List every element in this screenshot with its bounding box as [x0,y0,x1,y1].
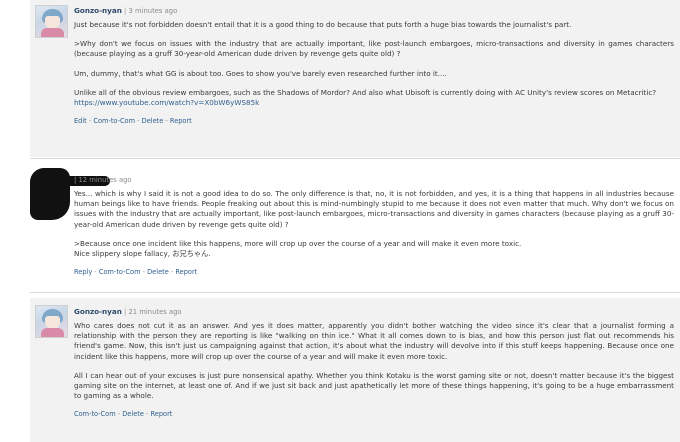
comment-content: Gonzo-nyan | 3 minutes ago Just because … [74,6,674,125]
comment-paragraph: >Because once one incident like this hap… [74,238,522,248]
separator: - [137,117,140,126]
avatar-body [41,28,64,37]
comment: Gonzo-nyan | 21 minutes ago Who cares do… [30,298,680,442]
meta-separator: | [124,308,127,316]
comment-paragraph: Just because it's not forbidden doesn't … [74,20,572,29]
comment-actions: Edit - Com-to-Com - Delete - Report [74,117,674,125]
author-name[interactable]: Gonzo-nyan [74,6,122,15]
timestamp[interactable]: 3 minutes ago [128,7,177,15]
comment-paragraph: >Why don't we focus on issues with the i… [74,39,674,59]
comment-actions: Reply - Com-to-Com - Delete - Report [74,268,674,276]
comment: Gonzo-nyan | 3 minutes ago Just because … [30,0,680,157]
divider [30,292,680,293]
separator: - [165,117,168,126]
comment-paragraph: Nice slippery slope fallacy, お兄ちゃん. [74,249,211,259]
avatar[interactable] [35,305,68,338]
meta-separator: | [74,176,77,184]
reply-link[interactable]: Reply [74,268,92,276]
comment-paragraph: Unlike all of the obvious review embargo… [74,87,657,97]
separator: - [88,117,92,126]
comment-meta: Gonzo-nyan | 21 minutes ago [74,307,674,316]
delete-link[interactable]: Delete [142,117,164,125]
timestamp[interactable]: 21 minutes ago [128,308,181,316]
comment-actions: Com-to-Com - Delete - Report [74,410,674,418]
avatar-body [41,328,64,337]
separator: - [94,268,97,277]
avatar[interactable] [35,5,68,38]
com-to-com-link[interactable]: Com-to-Com [74,410,116,418]
separator: - [170,268,174,277]
divider [30,158,680,159]
separator: - [117,410,121,419]
delete-link[interactable]: Delete [122,410,144,418]
comment-meta: | 12 minutes ago [74,175,674,184]
comment-content: | 12 minutes ago Yes... which is why I s… [74,175,674,276]
comment-paragraph: Um, dummy, that's what GG is about too. … [74,68,447,78]
meta-separator: | [124,7,127,15]
edit-link[interactable]: Edit [74,117,87,125]
report-link[interactable]: Report [170,117,192,125]
comment-meta: Gonzo-nyan | 3 minutes ago [74,6,674,15]
report-link[interactable]: Report [175,268,197,276]
delete-link[interactable]: Delete [147,268,169,276]
comment-paragraph: Yes... which is why I said it is not a g… [74,189,674,229]
comment-content: Gonzo-nyan | 21 minutes ago Who cares do… [74,307,674,418]
comment-paragraph: All I can hear out of your excuses is ju… [74,370,674,401]
timestamp[interactable]: 12 minutes ago [78,176,131,184]
youtube-link[interactable]: https://www.youtube.com/watch?v=X0bW6yWS… [74,98,674,108]
com-to-com-link[interactable]: Com-to-Com [99,268,141,276]
author-name[interactable]: Gonzo-nyan [74,307,122,316]
separator: - [142,268,145,277]
separator: - [146,410,149,419]
com-to-com-link[interactable]: Com-to-Com [93,117,135,125]
report-link[interactable]: Report [151,410,173,418]
comment: | 12 minutes ago Yes... which is why I s… [30,160,680,290]
comment-paragraph: Who cares does not cut it as an answer. … [74,321,674,361]
